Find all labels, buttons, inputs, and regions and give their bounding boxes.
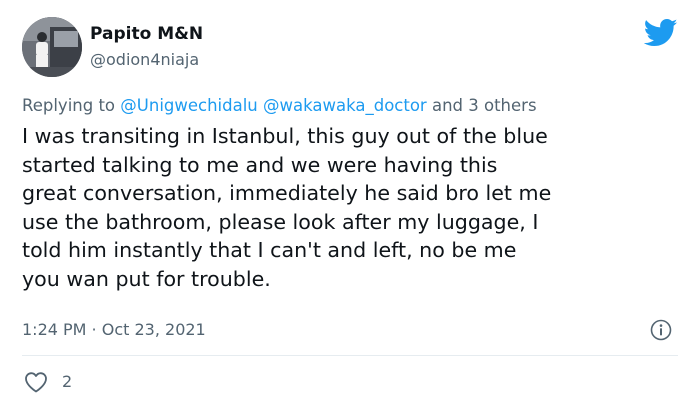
tweet-timestamp[interactable]: 1:24 PM · Oct 23, 2021 <box>22 320 206 339</box>
twitter-bird-icon[interactable] <box>644 18 678 48</box>
reply-prefix: Replying to <box>22 96 121 115</box>
tweet-text: I was transiting in Istanbul, this guy o… <box>22 124 552 291</box>
divider <box>22 355 678 356</box>
tweet-card: Papito M&N @odion4niaja Replying to @Uni… <box>0 0 700 410</box>
mention-link-2[interactable]: @wakawaka_doctor <box>263 96 427 115</box>
mention-link-1[interactable]: @Unigwechidalu <box>120 96 257 115</box>
avatar[interactable] <box>22 17 82 77</box>
like-count: 2 <box>62 372 73 391</box>
avatar-photo <box>22 17 82 77</box>
reply-others[interactable]: and 3 others <box>427 96 537 115</box>
author-display-name[interactable]: Papito M&N <box>90 24 203 44</box>
heart-icon[interactable] <box>24 371 48 393</box>
reply-context: Replying to @Unigwechidalu @wakawaka_doc… <box>22 96 537 115</box>
info-icon[interactable] <box>650 319 672 341</box>
author-handle[interactable]: @odion4niaja <box>90 50 199 69</box>
